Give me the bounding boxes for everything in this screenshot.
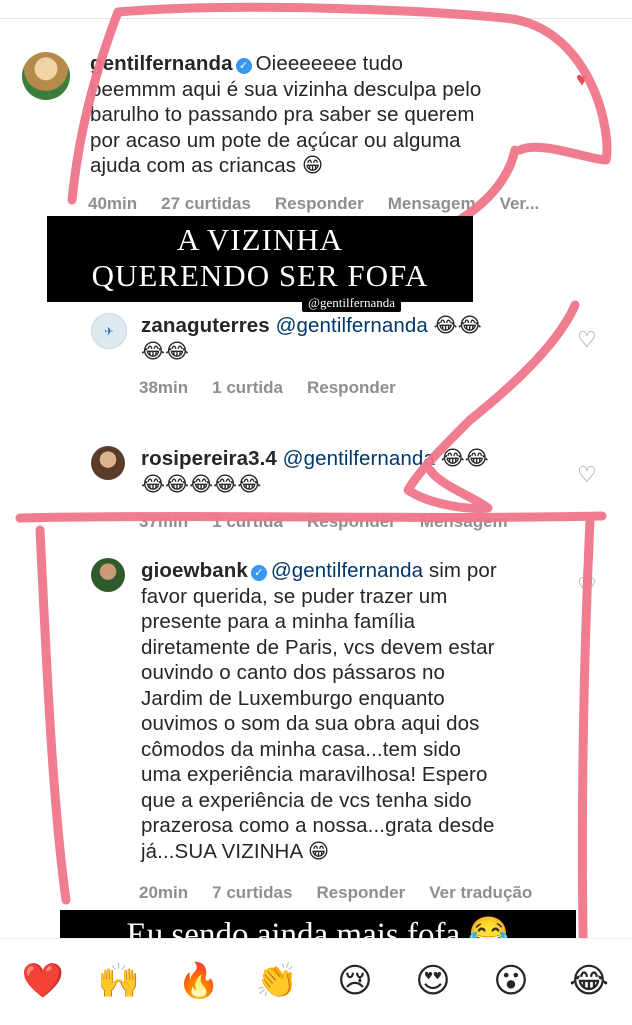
likes-count[interactable]: 1 curtida xyxy=(212,378,283,397)
heart-emoji-icon[interactable]: ❤️ xyxy=(20,961,66,1001)
avatar[interactable] xyxy=(22,52,70,100)
mention-link[interactable]: @gentilfernanda xyxy=(283,447,435,470)
timestamp: 38min xyxy=(139,378,189,397)
laughing-emoji-icon[interactable]: 😂 xyxy=(566,961,612,1001)
caption-top: A VIZINHA QUERENDO SER FOFA xyxy=(47,216,473,302)
timestamp: 20min xyxy=(139,883,189,902)
likes-count[interactable]: 7 curtidas xyxy=(212,883,292,902)
likes-count[interactable]: 1 curtida xyxy=(212,512,283,531)
clap-emoji-icon[interactable]: 👏 xyxy=(254,961,300,1001)
surprised-emoji-icon[interactable]: 😮 xyxy=(488,961,534,1001)
likes-count[interactable]: 27 curtidas xyxy=(161,194,251,213)
reply-button[interactable]: Responder xyxy=(316,883,405,902)
comment-meta: 20min 7 curtidas Responder Ver tradução xyxy=(139,883,556,903)
username[interactable]: gioewbank xyxy=(141,559,248,582)
username[interactable]: rosipereira3.4 xyxy=(141,447,277,470)
comment-meta: 40min 27 curtidas Responder Mensagem Ver... xyxy=(88,194,563,214)
comment-meta: 38min 1 curtida Responder xyxy=(139,378,420,398)
mention-link[interactable]: @gentilfernanda xyxy=(271,559,423,582)
reply-button[interactable]: Responder xyxy=(307,512,396,531)
crying-emoji-icon[interactable]: 😢 xyxy=(332,961,378,1001)
emoji-reaction-bar: ❤️ 🙌 🔥 👏 😢 😍 😮 😂 xyxy=(0,938,632,1025)
translate-button[interactable]: Ver... xyxy=(500,194,540,213)
comment-meta: 37min 1 curtida Responder Mensagem xyxy=(139,512,532,532)
reply-button[interactable]: Responder xyxy=(275,194,364,213)
raised-hands-emoji-icon[interactable]: 🙌 xyxy=(96,961,142,1001)
reply-button[interactable]: Responder xyxy=(307,378,396,397)
comment-text: gentilfernanda ✓ Oieeeeeee tudo beemmm aqu… xyxy=(90,52,482,177)
mention-tag[interactable]: @gentilfernanda xyxy=(302,294,402,312)
top-divider xyxy=(0,18,632,19)
mention-link[interactable]: @gentilfernanda xyxy=(276,314,428,337)
message-button[interactable]: Mensagem xyxy=(420,512,508,531)
like-heart-icon[interactable]: ♡ xyxy=(577,575,597,597)
username[interactable]: gentilfernanda xyxy=(90,52,233,75)
avatar[interactable] xyxy=(91,558,125,592)
avatar[interactable] xyxy=(91,446,125,480)
translate-button[interactable]: Ver tradução xyxy=(429,883,532,902)
like-heart-icon[interactable]: ♡ xyxy=(577,464,597,486)
avatar[interactable]: ✈ xyxy=(91,313,127,349)
verified-badge-icon: ✓ xyxy=(235,58,252,74)
liked-heart-icon[interactable]: ♥ xyxy=(576,70,588,90)
fire-emoji-icon[interactable]: 🔥 xyxy=(176,961,222,1001)
timestamp: 37min xyxy=(139,512,189,531)
comment-text: zanaguterres @gentilfernanda 😂😂 😂😂 xyxy=(141,314,482,363)
username[interactable]: zanaguterres xyxy=(141,314,270,337)
message-button[interactable]: Mensagem xyxy=(388,194,476,213)
comment-text: gioewbank ✓ @gentilfernanda sim por favor … xyxy=(141,559,497,863)
comment-text: rosipereira3.4 @gentilfernanda 😂😂 😂😂😂😂😂 xyxy=(141,447,489,496)
timestamp: 40min xyxy=(88,194,138,213)
like-heart-icon[interactable]: ♡ xyxy=(577,329,597,351)
heart-eyes-emoji-icon[interactable]: 😍 xyxy=(410,961,456,1001)
verified-badge-icon: ✓ xyxy=(250,565,267,581)
